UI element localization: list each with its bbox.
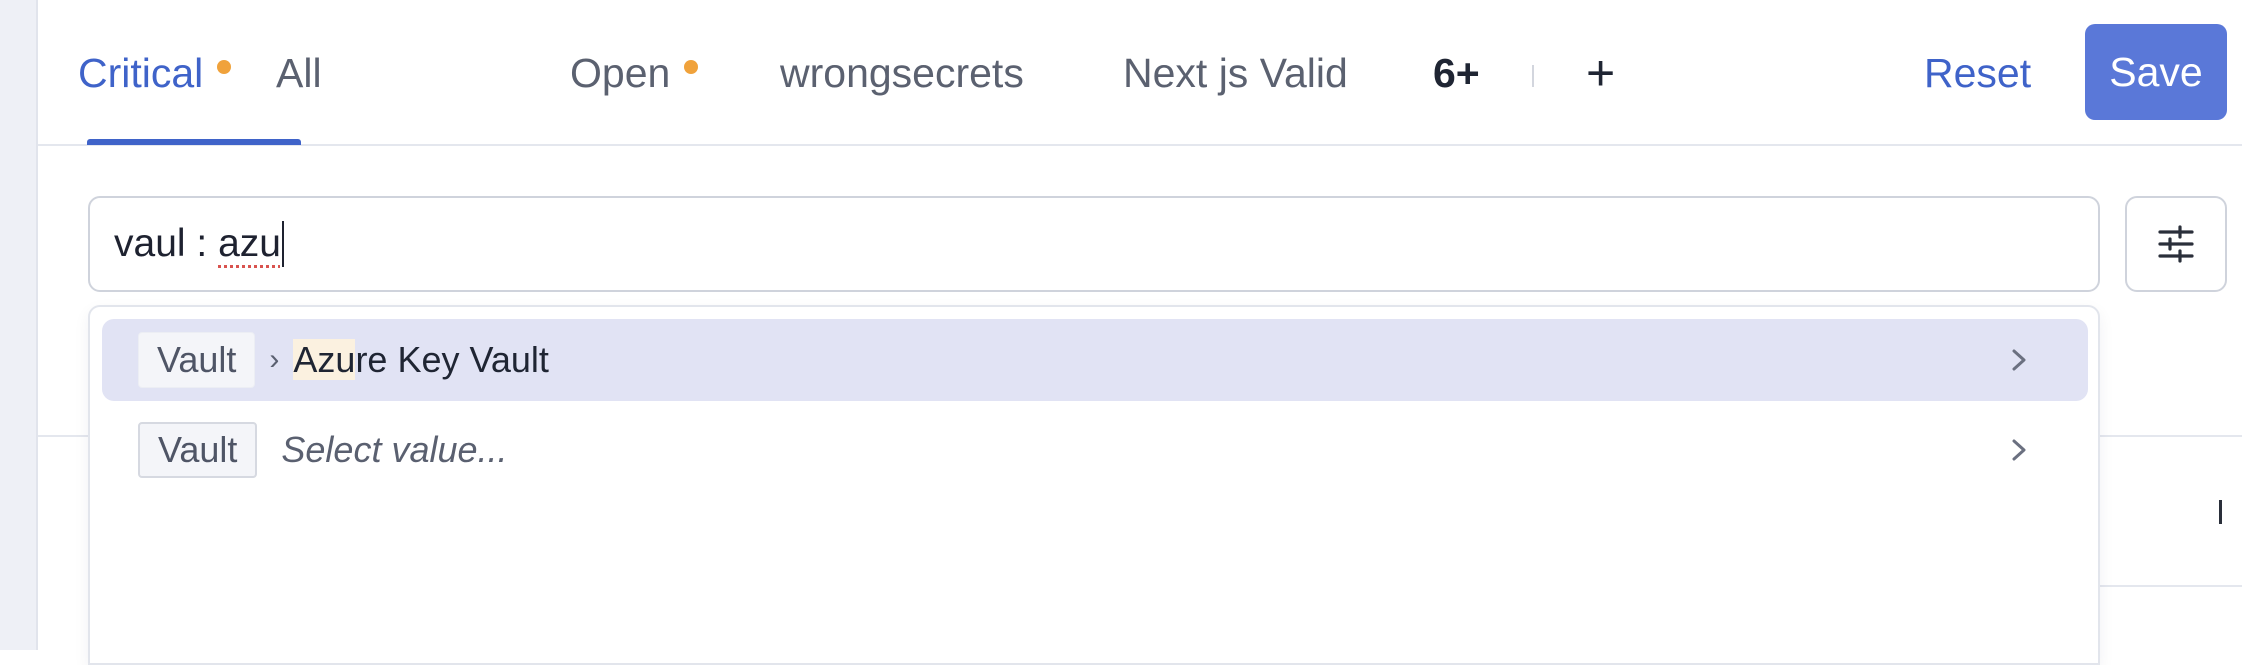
tab-critical[interactable]: Critical (78, 0, 232, 146)
left-sidebar-rail (0, 0, 38, 650)
background-divider (2100, 585, 2242, 587)
search-query-text: vaul : azu (114, 222, 281, 266)
add-tab-button[interactable]: + (1586, 0, 1615, 146)
suggestion-option[interactable]: Vault Select value... (102, 409, 2088, 491)
tab-label: wrongsecrets (780, 49, 1024, 96)
tab-all[interactable]: All (276, 0, 322, 146)
active-tab-indicator (87, 139, 301, 145)
chevron-right-icon (2012, 349, 2026, 371)
misspelled-word: azu (218, 222, 281, 265)
tab-divider (1532, 65, 1534, 87)
select-value-placeholder: Select value... (281, 429, 508, 470)
saved-views-tab-bar: Critical All Open wrongsecrets Next js V… (38, 0, 2242, 146)
unsaved-changes-dot (684, 60, 699, 74)
tab-wrongsecrets[interactable]: wrongsecrets (780, 0, 1024, 146)
option-label-rest: re Key Vault (355, 339, 549, 380)
chevron-right-icon (2012, 439, 2026, 461)
tab-label: All (276, 49, 322, 96)
field-chip: Vault (138, 332, 256, 388)
filter-settings-button[interactable] (2125, 196, 2227, 292)
sliders-icon (2158, 225, 2194, 263)
reset-button[interactable]: Reset (1924, 0, 2031, 146)
more-tabs-button[interactable]: 6+ (1433, 0, 1480, 146)
background-divider (38, 435, 88, 437)
text-caret (281, 221, 284, 267)
save-button[interactable]: Save (2085, 24, 2227, 120)
background-divider (2100, 435, 2242, 437)
search-input[interactable]: vaul : azu (88, 196, 2100, 292)
match-highlight: Azu (293, 339, 356, 380)
tab-label: Next js Valid (1123, 49, 1348, 96)
option-label: Azure Key Vault (293, 339, 549, 381)
field-chip: Vault (138, 422, 258, 478)
search-query-key: vaul : (114, 222, 219, 265)
tab-label: Open (570, 49, 671, 96)
autocomplete-dropdown: Vault › Azure Key Vault Vault Select val… (88, 305, 2100, 665)
suggestion-option[interactable]: Vault › Azure Key Vault (102, 319, 2088, 401)
field-chip-label: Vault (157, 339, 237, 380)
unsaved-changes-dot (217, 60, 232, 74)
tab-label: Critical (78, 49, 204, 96)
main-panel: Critical All Open wrongsecrets Next js V… (38, 0, 2242, 665)
background-column-resizer (2219, 500, 2222, 524)
tab-next-js-valid[interactable]: Next js Valid (1123, 0, 1348, 146)
field-chip-label: Vault (158, 429, 238, 470)
tab-open[interactable]: Open (570, 0, 699, 146)
breadcrumb-separator: › (269, 343, 280, 376)
